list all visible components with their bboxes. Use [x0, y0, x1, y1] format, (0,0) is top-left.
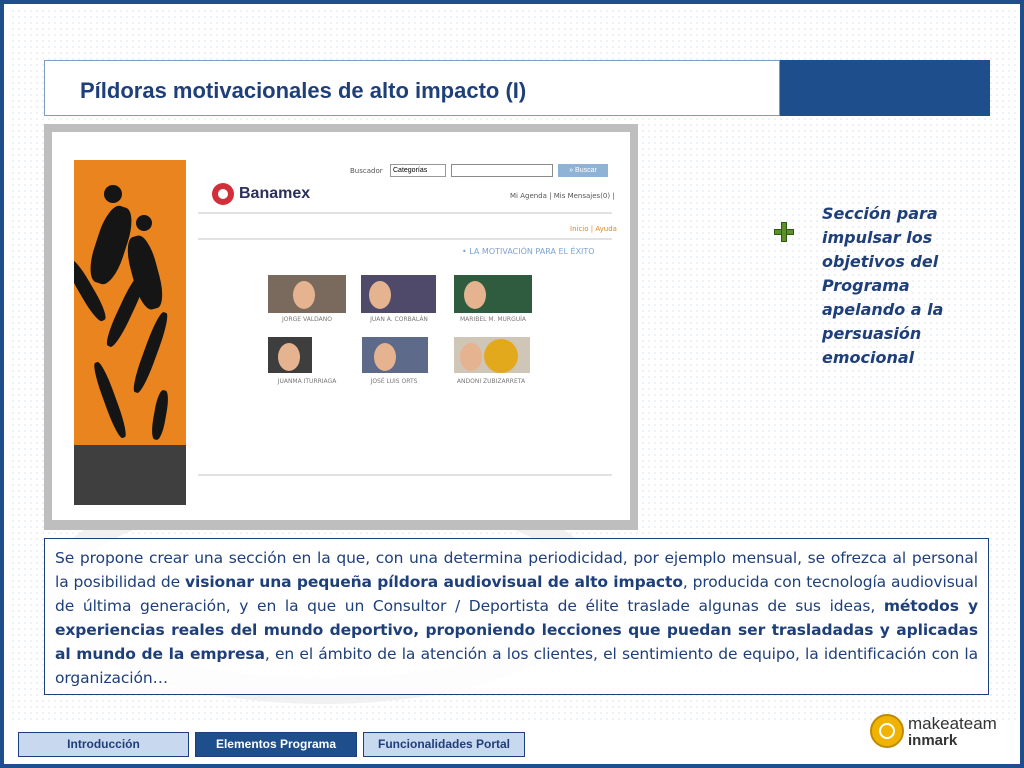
logo-line1: makeateam: [908, 714, 997, 733]
poster-base: [74, 445, 186, 505]
search-label: Buscador: [350, 167, 383, 175]
slide-title: Píldoras motivacionales de alto impacto …: [80, 78, 527, 103]
person-name: JUAN A. CORBALÁN: [370, 316, 428, 323]
person-name: MARIBEL M. MURGUÍA: [459, 316, 527, 323]
title-accent-bar: [780, 60, 990, 116]
makeateam-logo: makeateam inmark: [868, 712, 997, 752]
person-photo[interactable]: [268, 275, 346, 313]
person-name: ANDONI ZUBIZARRETA: [456, 378, 526, 385]
title-box: Píldoras motivacionales de alto impacto …: [44, 60, 780, 116]
plus-icon: [774, 222, 794, 242]
section-heading: • LA MOTIVACIÓN PARA EL ÉXITO: [462, 247, 595, 256]
person-photo[interactable]: [454, 275, 532, 313]
section-caption: Sección para impulsar los objetivos del …: [822, 204, 944, 367]
banamex-mark-icon: [212, 183, 234, 205]
logo-line2: inmark: [908, 732, 958, 749]
top-links[interactable]: Inicio | Ayuda: [570, 225, 617, 233]
divider: [198, 474, 612, 476]
greek-runners-poster: [74, 160, 186, 505]
description-text: Se propone crear una sección en la que, …: [55, 549, 978, 687]
person-name: JOSÉ LUIS ORTS: [370, 378, 418, 385]
person-photo[interactable]: [362, 337, 428, 373]
person-photo[interactable]: [268, 337, 312, 373]
website-screenshot: Banamex Buscador Categorías » Buscar Mi …: [52, 132, 630, 520]
divider: [198, 238, 612, 240]
search-button[interactable]: » Buscar: [558, 164, 608, 177]
nav-funcionalidades-button[interactable]: Funcionalidades Portal: [363, 732, 525, 757]
nav-elementos-button[interactable]: Elementos Programa: [195, 732, 357, 757]
person-photo[interactable]: [454, 337, 530, 373]
screenshot-frame: Banamex Buscador Categorías » Buscar Mi …: [44, 124, 638, 530]
banamex-logo: Banamex: [212, 183, 310, 205]
divider: [198, 212, 612, 214]
person-name: JORGE VALDANO: [281, 316, 332, 323]
banamex-brand: Banamex: [239, 185, 311, 202]
search-input[interactable]: [451, 164, 553, 177]
person-photo[interactable]: [361, 275, 436, 313]
nav-introduccion-button[interactable]: Introducción: [18, 732, 189, 757]
description-box: Se propone crear una sección en la que, …: [44, 538, 989, 695]
category-select[interactable]: Categorías: [390, 164, 446, 177]
user-links[interactable]: Mi Agenda | Mis Mensajes(0) |: [510, 192, 615, 200]
person-name: JUANMA ITURRIAGA: [277, 378, 337, 385]
logo-badge-icon: [870, 714, 904, 748]
slide: Píldoras motivacionales de alto impacto …: [0, 0, 1024, 768]
